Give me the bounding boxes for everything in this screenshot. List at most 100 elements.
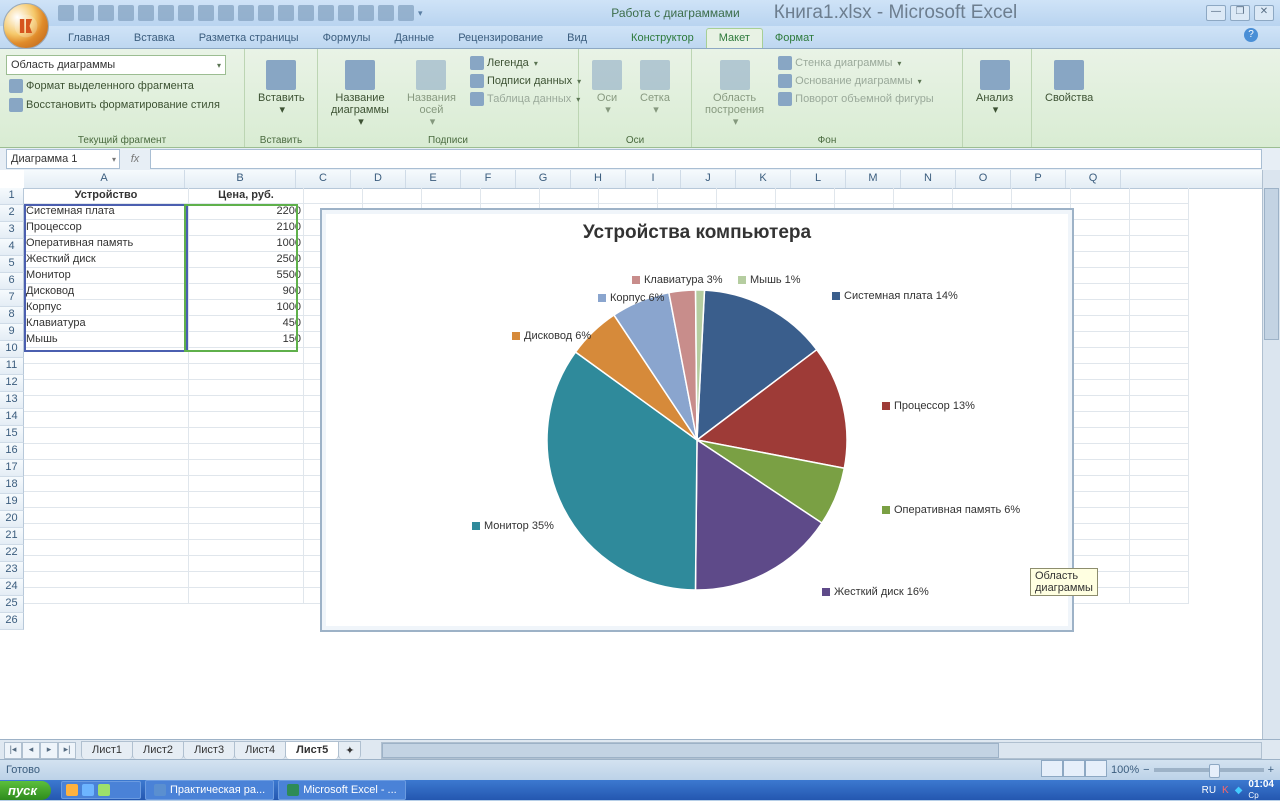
cell[interactable]: [1071, 428, 1130, 444]
cell[interactable]: [24, 492, 189, 508]
cell[interactable]: [1130, 396, 1189, 412]
col-header[interactable]: K: [736, 170, 791, 188]
sheet-tab[interactable]: Лист5: [285, 741, 339, 759]
cell[interactable]: [189, 524, 304, 540]
zoom-slider[interactable]: [1154, 768, 1264, 772]
outdent-icon[interactable]: [318, 5, 334, 21]
cell[interactable]: [1130, 524, 1189, 540]
tray-icon[interactable]: K: [1222, 785, 1229, 796]
start-button[interactable]: пуск: [0, 781, 51, 800]
sheet-tab[interactable]: Лист4: [234, 741, 286, 759]
cell[interactable]: [1071, 364, 1130, 380]
cell[interactable]: [189, 572, 304, 588]
cell[interactable]: [1071, 412, 1130, 428]
col-header[interactable]: H: [571, 170, 626, 188]
cell[interactable]: [24, 348, 189, 364]
cell[interactable]: [24, 540, 189, 556]
col-header[interactable]: Q: [1066, 170, 1121, 188]
cell[interactable]: [24, 524, 189, 540]
cell[interactable]: [953, 188, 1012, 204]
sort-desc-icon[interactable]: [238, 5, 254, 21]
cell[interactable]: [363, 188, 422, 204]
fx-button[interactable]: fx: [120, 153, 150, 165]
name-box[interactable]: Диаграмма 1: [6, 149, 120, 169]
cell[interactable]: [599, 188, 658, 204]
tab-Рецензирование[interactable]: Рецензирование: [446, 29, 555, 48]
cell[interactable]: [189, 508, 304, 524]
col-header[interactable]: E: [406, 170, 461, 188]
tab-Вид[interactable]: Вид: [555, 29, 599, 48]
row-header[interactable]: 9: [0, 324, 24, 341]
cell[interactable]: [1130, 236, 1189, 252]
cell[interactable]: [1071, 396, 1130, 412]
cell[interactable]: [24, 556, 189, 572]
cell[interactable]: [24, 572, 189, 588]
row-header[interactable]: 7: [0, 290, 24, 307]
new-sheet-button[interactable]: ✦: [338, 741, 361, 759]
cell[interactable]: [1130, 492, 1189, 508]
chart-title[interactable]: Устройства компьютера: [322, 222, 1072, 244]
data-labels-button[interactable]: Подписи данных▾: [467, 73, 584, 89]
row-header[interactable]: 2: [0, 205, 24, 222]
office-button[interactable]: [3, 3, 49, 49]
symbol-icon[interactable]: [358, 5, 374, 21]
cell[interactable]: 1000: [189, 300, 304, 316]
cell[interactable]: [1071, 268, 1130, 284]
cell[interactable]: [1130, 460, 1189, 476]
cell[interactable]: [1130, 316, 1189, 332]
row-header[interactable]: 22: [0, 545, 24, 562]
chart-object[interactable]: Устройства компьютера Системная плата 14…: [320, 208, 1074, 632]
cell[interactable]: Дисковод: [24, 284, 189, 300]
cell[interactable]: 150: [189, 332, 304, 348]
row-header[interactable]: 25: [0, 596, 24, 613]
tab-Конструктор[interactable]: Конструктор: [619, 29, 706, 48]
horizontal-scrollbar[interactable]: [381, 742, 1262, 759]
cell[interactable]: [1130, 380, 1189, 396]
sheet-tab[interactable]: Лист1: [81, 741, 133, 759]
cell[interactable]: [1071, 204, 1130, 220]
cell[interactable]: [189, 380, 304, 396]
tab-Разметка страницы[interactable]: Разметка страницы: [187, 29, 311, 48]
cell[interactable]: [1130, 444, 1189, 460]
tab-Формат[interactable]: Формат: [763, 29, 826, 48]
cell[interactable]: [189, 364, 304, 380]
cell[interactable]: [189, 476, 304, 492]
tab-Формулы[interactable]: Формулы: [311, 29, 383, 48]
col-header[interactable]: G: [516, 170, 571, 188]
row-header[interactable]: 19: [0, 494, 24, 511]
axis-titles-button[interactable]: Названияосей▾: [400, 55, 463, 133]
sheet-nav-last[interactable]: ▸|: [58, 742, 76, 759]
cell[interactable]: [1012, 188, 1071, 204]
zoom-label[interactable]: 100%: [1111, 764, 1139, 776]
cell[interactable]: [1071, 300, 1130, 316]
gridlines-button[interactable]: Сетка▾: [633, 55, 677, 121]
cell[interactable]: [540, 188, 599, 204]
cell[interactable]: [1071, 348, 1130, 364]
lang-indicator[interactable]: RU: [1202, 785, 1216, 796]
cell[interactable]: [1071, 380, 1130, 396]
cell[interactable]: [1071, 444, 1130, 460]
row-header[interactable]: 26: [0, 613, 24, 630]
minimize-button[interactable]: —: [1206, 5, 1226, 21]
legend-button[interactable]: Легенда▾: [467, 55, 584, 71]
help-icon[interactable]: ?: [1244, 28, 1258, 42]
plot-area-button[interactable]: Областьпостроения▾: [698, 55, 771, 133]
cell[interactable]: [24, 428, 189, 444]
cell[interactable]: 900: [189, 284, 304, 300]
open-icon[interactable]: [138, 5, 154, 21]
cell[interactable]: [481, 188, 540, 204]
cell[interactable]: [1130, 268, 1189, 284]
cell[interactable]: [1130, 556, 1189, 572]
sigma-icon[interactable]: [338, 5, 354, 21]
cell[interactable]: [835, 188, 894, 204]
sheet-tab[interactable]: Лист2: [132, 741, 184, 759]
formula-input[interactable]: [150, 149, 1262, 169]
cell[interactable]: [422, 188, 481, 204]
tab-Главная[interactable]: Главная: [56, 29, 122, 48]
maximize-button[interactable]: ❐: [1230, 5, 1250, 21]
print-icon[interactable]: [158, 5, 174, 21]
cell[interactable]: Процессор: [24, 220, 189, 236]
cell[interactable]: [189, 588, 304, 604]
cell[interactable]: [1130, 332, 1189, 348]
cell[interactable]: [189, 348, 304, 364]
